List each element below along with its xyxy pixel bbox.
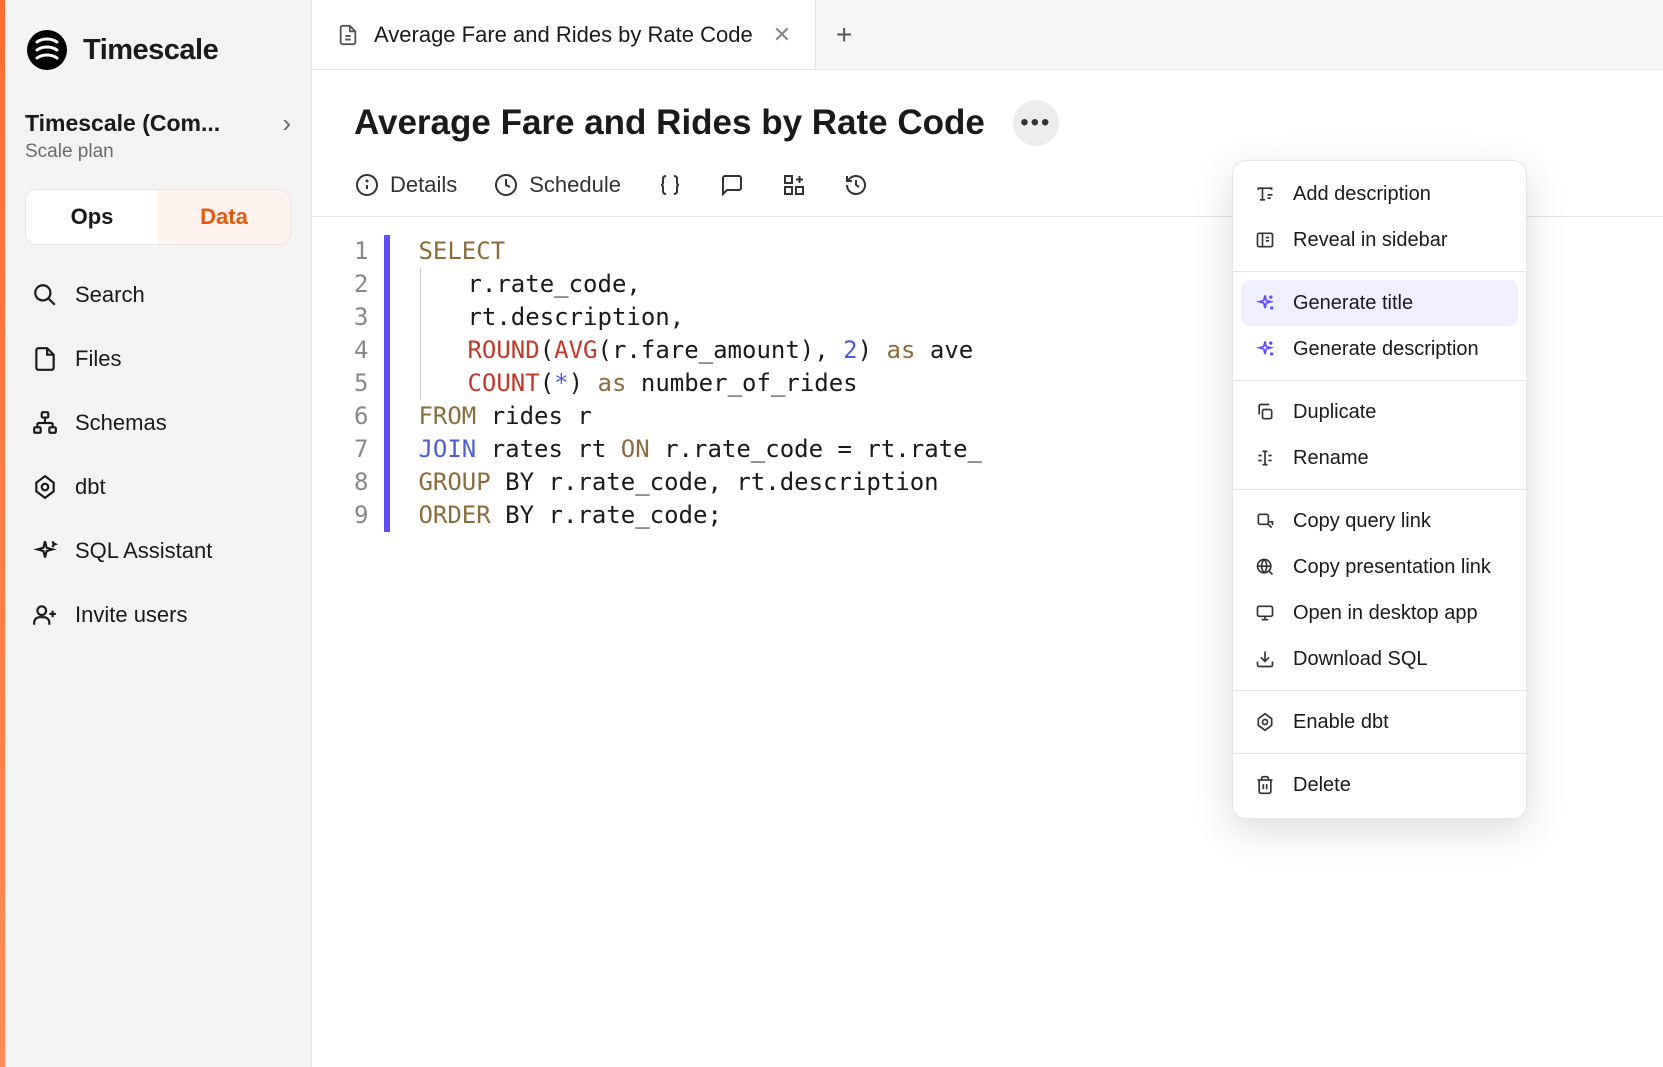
user-plus-icon (31, 601, 59, 629)
menu-label: Download SQL (1293, 648, 1428, 671)
line-number-gutter: 123456789 (354, 235, 384, 532)
sidebar-item-label: Schemas (75, 410, 167, 436)
menu-divider (1233, 489, 1526, 490)
action-history[interactable] (843, 172, 869, 198)
selection-bar (384, 235, 390, 532)
workspace-name: Timescale (Com... (25, 110, 220, 137)
tab-title: Average Fare and Rides by Rate Code (374, 22, 753, 48)
sidebar-item-dbt[interactable]: dbt (25, 459, 291, 515)
menu-divider (1233, 753, 1526, 754)
menu-add-description[interactable]: Add description (1233, 171, 1526, 217)
menu-enable-dbt[interactable]: Enable dbt (1233, 699, 1526, 745)
main: Average Fare and Rides by Rate Code ✕ + … (312, 0, 1663, 1067)
menu-generate-description[interactable]: Generate description (1233, 326, 1526, 372)
action-label: Schedule (529, 172, 621, 198)
menu-delete[interactable]: Delete (1233, 762, 1526, 808)
copy-icon (1253, 400, 1277, 424)
tabs-row: Average Fare and Rides by Rate Code ✕ + (312, 0, 1663, 70)
sidebar-item-label: Invite users (75, 602, 188, 628)
download-icon (1253, 647, 1277, 671)
logo-text: Timescale (83, 34, 218, 67)
menu-download-sql[interactable]: Download SQL (1233, 636, 1526, 682)
sparkle-icon (1253, 337, 1277, 361)
more-button[interactable]: ••• (1013, 100, 1059, 146)
sidebar-item-search[interactable]: Search (25, 267, 291, 323)
menu-label: Generate description (1293, 338, 1479, 361)
tab-active[interactable]: Average Fare and Rides by Rate Code ✕ (312, 0, 816, 69)
ops-data-toggle: Ops Data (25, 189, 291, 245)
sidebar-icon (1253, 228, 1277, 252)
file-icon (336, 23, 360, 47)
schema-icon (31, 409, 59, 437)
sidebar-item-label: Files (75, 346, 121, 372)
file-icon (31, 345, 59, 373)
history-icon (843, 172, 869, 198)
menu-label: Add description (1293, 183, 1431, 206)
menu-label: Delete (1293, 774, 1351, 797)
action-label: Details (390, 172, 457, 198)
dbt-icon (1253, 710, 1277, 734)
sidebar-item-label: Search (75, 282, 145, 308)
logo-icon (25, 28, 69, 72)
action-schedule[interactable]: Schedule (493, 172, 621, 198)
braces-icon (657, 172, 683, 198)
search-icon (31, 281, 59, 309)
menu-label: Reveal in sidebar (1293, 229, 1448, 252)
text-icon (1253, 182, 1277, 206)
sidebar-item-files[interactable]: Files (25, 331, 291, 387)
rename-icon (1253, 446, 1277, 470)
sidebar-item-label: SQL Assistant (75, 538, 212, 564)
sidebar-item-label: dbt (75, 474, 106, 500)
menu-copy-presentation-link[interactable]: Copy presentation link (1233, 544, 1526, 590)
sidebar-item-sql-assistant[interactable]: SQL Assistant (25, 523, 291, 579)
toggle-ops[interactable]: Ops (26, 190, 158, 244)
comment-icon (719, 172, 745, 198)
sparkle-icon (1253, 291, 1277, 315)
menu-generate-title[interactable]: Generate title (1241, 280, 1518, 326)
menu-divider (1233, 690, 1526, 691)
action-variables[interactable] (657, 172, 683, 198)
desktop-icon (1253, 601, 1277, 625)
sidebar-item-schemas[interactable]: Schemas (25, 395, 291, 451)
workspace-plan: Scale plan (25, 141, 291, 163)
context-menu: Add description Reveal in sidebar Genera… (1232, 160, 1527, 819)
menu-reveal-sidebar[interactable]: Reveal in sidebar (1233, 217, 1526, 263)
menu-divider (1233, 271, 1526, 272)
menu-label: Rename (1293, 447, 1369, 470)
info-icon (354, 172, 380, 198)
dbt-icon (31, 473, 59, 501)
menu-label: Open in desktop app (1293, 602, 1478, 625)
sidebar-item-invite[interactable]: Invite users (25, 587, 291, 643)
link-icon (1253, 509, 1277, 533)
close-icon[interactable]: ✕ (773, 22, 791, 48)
workspace-selector[interactable]: Timescale (Com... › Scale plan (25, 108, 291, 163)
code-content: SELECTr.rate_code,rt.description,ROUND(A… (418, 235, 982, 532)
action-details[interactable]: Details (354, 172, 457, 198)
menu-label: Enable dbt (1293, 711, 1389, 734)
grid-plus-icon (781, 172, 807, 198)
menu-copy-query-link[interactable]: Copy query link (1233, 498, 1526, 544)
sparkle-icon (31, 537, 59, 565)
action-comment[interactable] (719, 172, 745, 198)
logo[interactable]: Timescale (25, 28, 291, 72)
menu-label: Duplicate (1293, 401, 1376, 424)
chevron-right-icon: › (282, 108, 291, 139)
menu-label: Copy presentation link (1293, 556, 1491, 579)
globe-link-icon (1253, 555, 1277, 579)
menu-label: Copy query link (1293, 510, 1431, 533)
menu-open-desktop[interactable]: Open in desktop app (1233, 590, 1526, 636)
clock-icon (493, 172, 519, 198)
toggle-data[interactable]: Data (158, 190, 290, 244)
menu-duplicate[interactable]: Duplicate (1233, 389, 1526, 435)
action-blocks[interactable] (781, 172, 807, 198)
menu-divider (1233, 380, 1526, 381)
menu-label: Generate title (1293, 292, 1413, 315)
tab-add-button[interactable]: + (816, 0, 872, 69)
sidebar: Timescale Timescale (Com... › Scale plan… (5, 0, 312, 1067)
trash-icon (1253, 773, 1277, 797)
menu-rename[interactable]: Rename (1233, 435, 1526, 481)
page-title: Average Fare and Rides by Rate Code (354, 103, 985, 143)
